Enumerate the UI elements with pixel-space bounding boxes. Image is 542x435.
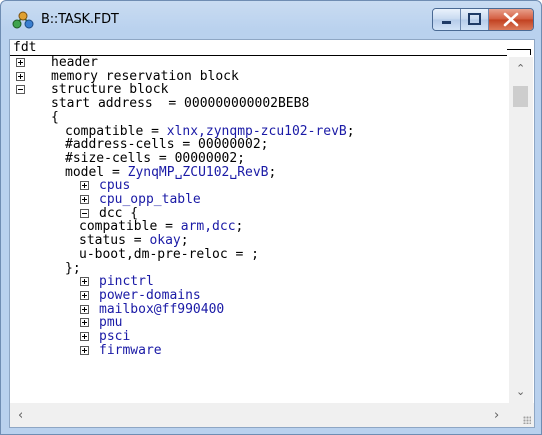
expand-toggle-icon[interactable] bbox=[16, 71, 25, 81]
expand-toggle-icon[interactable] bbox=[80, 290, 89, 300]
tree-node-label: mailbox@ff990400 bbox=[99, 301, 225, 317]
property-line: model = ZynqMP␣ZCU102␣RevB; bbox=[65, 164, 277, 180]
tree-text: { bbox=[51, 109, 59, 125]
expand-toggle-icon[interactable] bbox=[80, 304, 89, 314]
tree-node-label: cpu_opp_table bbox=[99, 192, 201, 207]
tree-node-label: power-domains bbox=[99, 287, 201, 303]
property-value: ZynqMP␣ZCU102␣RevB bbox=[127, 164, 269, 180]
property-line: compatible = xlnx,zynqmp-zcu102-revB; bbox=[65, 123, 355, 139]
property-line: compatible = arm,dcc; bbox=[79, 220, 243, 234]
resize-grip-icon[interactable] bbox=[523, 416, 531, 424]
collapse-toggle-icon[interactable] bbox=[80, 208, 89, 218]
tree-node-label: dcc { bbox=[99, 205, 139, 221]
resize-corner[interactable] bbox=[510, 403, 534, 427]
property-terminator: ; bbox=[268, 164, 277, 180]
tree-text: #address-cells = 00000002; bbox=[65, 137, 269, 153]
tree-node-label: structure block bbox=[51, 82, 169, 98]
tree-node-label: psci bbox=[99, 329, 131, 344]
tree-node-label: pmu bbox=[99, 315, 123, 331]
fdt-tree[interactable]: header memory reservation block structure … bbox=[10, 56, 510, 401]
vertical-scrollbar[interactable]: ⌃ ⌄ bbox=[509, 57, 533, 403]
property-terminator: ; bbox=[235, 219, 244, 235]
fdt-window: B::TASK.FDT fdt header memory reservation… bbox=[0, 0, 542, 435]
scroll-up-arrow-icon[interactable]: ⌃ bbox=[516, 62, 525, 75]
window-title: B::TASK.FDT bbox=[41, 12, 119, 27]
expand-toggle-icon[interactable] bbox=[80, 345, 89, 355]
tree-text: #size-cells = 00000002; bbox=[65, 150, 246, 166]
scroll-down-arrow-icon[interactable]: ⌄ bbox=[516, 385, 525, 398]
title-bar[interactable]: B::TASK.FDT bbox=[1, 1, 541, 37]
property-line: status = okay; bbox=[79, 234, 189, 248]
maximize-icon bbox=[468, 13, 481, 25]
collapse-toggle-icon[interactable] bbox=[16, 85, 25, 95]
vertical-scroll-thumb[interactable] bbox=[513, 86, 528, 107]
close-icon bbox=[503, 12, 519, 27]
tree-text: }; bbox=[65, 260, 81, 276]
tree-text: u-boot,dm-pre-reloc = ; bbox=[79, 246, 260, 262]
panel-header: fdt bbox=[10, 40, 534, 57]
scroll-left-arrow-icon[interactable]: ‹ bbox=[18, 408, 23, 423]
close-button[interactable] bbox=[489, 9, 533, 30]
tree-node-label: cpus bbox=[99, 178, 131, 194]
property-terminator: ; bbox=[346, 123, 355, 139]
scroll-right-arrow-icon[interactable]: › bbox=[494, 408, 499, 423]
panel-header-label: fdt bbox=[13, 40, 37, 55]
tree-node-label: memory reservation block bbox=[51, 68, 239, 84]
expand-toggle-icon[interactable] bbox=[80, 181, 89, 191]
property-terminator: ; bbox=[180, 233, 189, 249]
tree-node-label: pinctrl bbox=[99, 274, 154, 290]
expand-toggle-icon[interactable] bbox=[80, 332, 89, 341]
property-key: status = bbox=[79, 233, 150, 249]
expand-toggle-icon[interactable] bbox=[80, 318, 89, 328]
expand-toggle-icon[interactable] bbox=[16, 58, 25, 67]
property-value: okay bbox=[149, 233, 181, 249]
tree-node-label: firmware bbox=[99, 342, 162, 358]
header-divider-tick bbox=[530, 49, 531, 55]
horizontal-scrollbar[interactable]: ‹ › bbox=[10, 403, 510, 427]
network-nodes-icon bbox=[12, 11, 34, 29]
property-value: arm,dcc bbox=[180, 219, 236, 235]
minimize-icon bbox=[442, 21, 451, 24]
expand-toggle-icon[interactable] bbox=[80, 277, 89, 287]
expand-toggle-icon[interactable] bbox=[80, 195, 89, 204]
caption-buttons bbox=[432, 8, 534, 31]
tree-node-label: header bbox=[51, 56, 98, 70]
maximize-button[interactable] bbox=[461, 9, 489, 30]
tree-panel: fdt header memory reservation block struct… bbox=[9, 39, 535, 428]
header-divider-right bbox=[507, 49, 531, 50]
minimize-button[interactable] bbox=[433, 9, 461, 30]
tree-text: start address = 000000000002BEB8 bbox=[51, 96, 310, 112]
